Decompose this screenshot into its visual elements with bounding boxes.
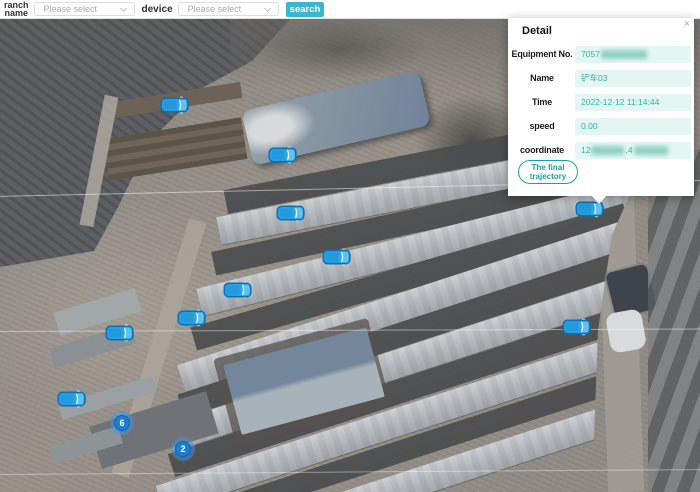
truck-marker[interactable]	[160, 96, 190, 114]
detail-field-value: 12,4	[575, 142, 691, 159]
cluster-count: 2	[175, 441, 191, 457]
redacted-value	[601, 50, 647, 59]
cluster-count: 6	[114, 415, 130, 431]
final-trajectory-button[interactable]: The final trajectory	[518, 160, 578, 184]
detail-field-row: Time2022-12-12 11:14:44	[510, 90, 692, 114]
detail-field-row: speed0.00	[510, 114, 692, 138]
truck-marker[interactable]	[223, 281, 253, 299]
truck-marker[interactable]	[562, 318, 592, 336]
detail-panel-title: Detail	[522, 25, 552, 37]
truck-marker[interactable]	[177, 309, 207, 327]
close-icon[interactable]: ×	[684, 19, 690, 30]
cluster-marker[interactable]: 6	[110, 411, 134, 435]
truck-marker[interactable]	[268, 146, 298, 164]
search-button[interactable]: search	[286, 2, 325, 17]
detail-fields: Equipment No.7057Name铲车03Time2022-12-12 …	[510, 42, 692, 162]
detail-field-value: 2022-12-12 11:14:44	[575, 94, 691, 111]
truck-marker[interactable]	[276, 204, 306, 222]
ranch-select-placeholder: Please select	[44, 4, 121, 14]
detail-field-label: Equipment No.	[510, 49, 574, 59]
detail-field-label: Name	[510, 73, 574, 83]
chevron-down-icon	[264, 4, 271, 11]
redacted-value	[634, 146, 668, 155]
ranch-select[interactable]: Please select	[34, 2, 135, 16]
chevron-down-icon	[119, 4, 126, 11]
ranch-name-label: ranch name	[4, 1, 29, 18]
redacted-value	[591, 146, 624, 155]
device-label: device	[142, 4, 173, 15]
detail-field-label: coordinate	[510, 145, 574, 155]
truck-marker[interactable]	[322, 248, 352, 266]
truck-marker[interactable]	[57, 390, 87, 408]
detail-panel-arrow	[591, 195, 607, 204]
final-trajectory-label: The final	[519, 163, 577, 172]
detail-field-label: speed	[510, 121, 574, 131]
detail-field-row: Name铲车03	[510, 66, 692, 90]
device-select[interactable]: Please select	[178, 2, 279, 16]
detail-field-value: 铲车03	[575, 70, 691, 87]
top-toolbar: ranch name Please select device Please s…	[0, 0, 700, 19]
truck-marker[interactable]	[105, 324, 135, 342]
final-trajectory-label: trajectory	[519, 172, 577, 181]
detail-field-row: Equipment No.7057	[510, 42, 692, 66]
cluster-marker[interactable]: 2	[171, 437, 195, 461]
detail-panel: × Detail Equipment No.7057Name铲车03Time20…	[508, 18, 694, 196]
detail-field-row: coordinate12,4	[510, 138, 692, 162]
detail-field-value: 0.00	[575, 118, 691, 135]
detail-field-label: Time	[510, 97, 574, 107]
detail-field-value: 7057	[575, 46, 691, 63]
device-select-placeholder: Please select	[188, 4, 265, 14]
